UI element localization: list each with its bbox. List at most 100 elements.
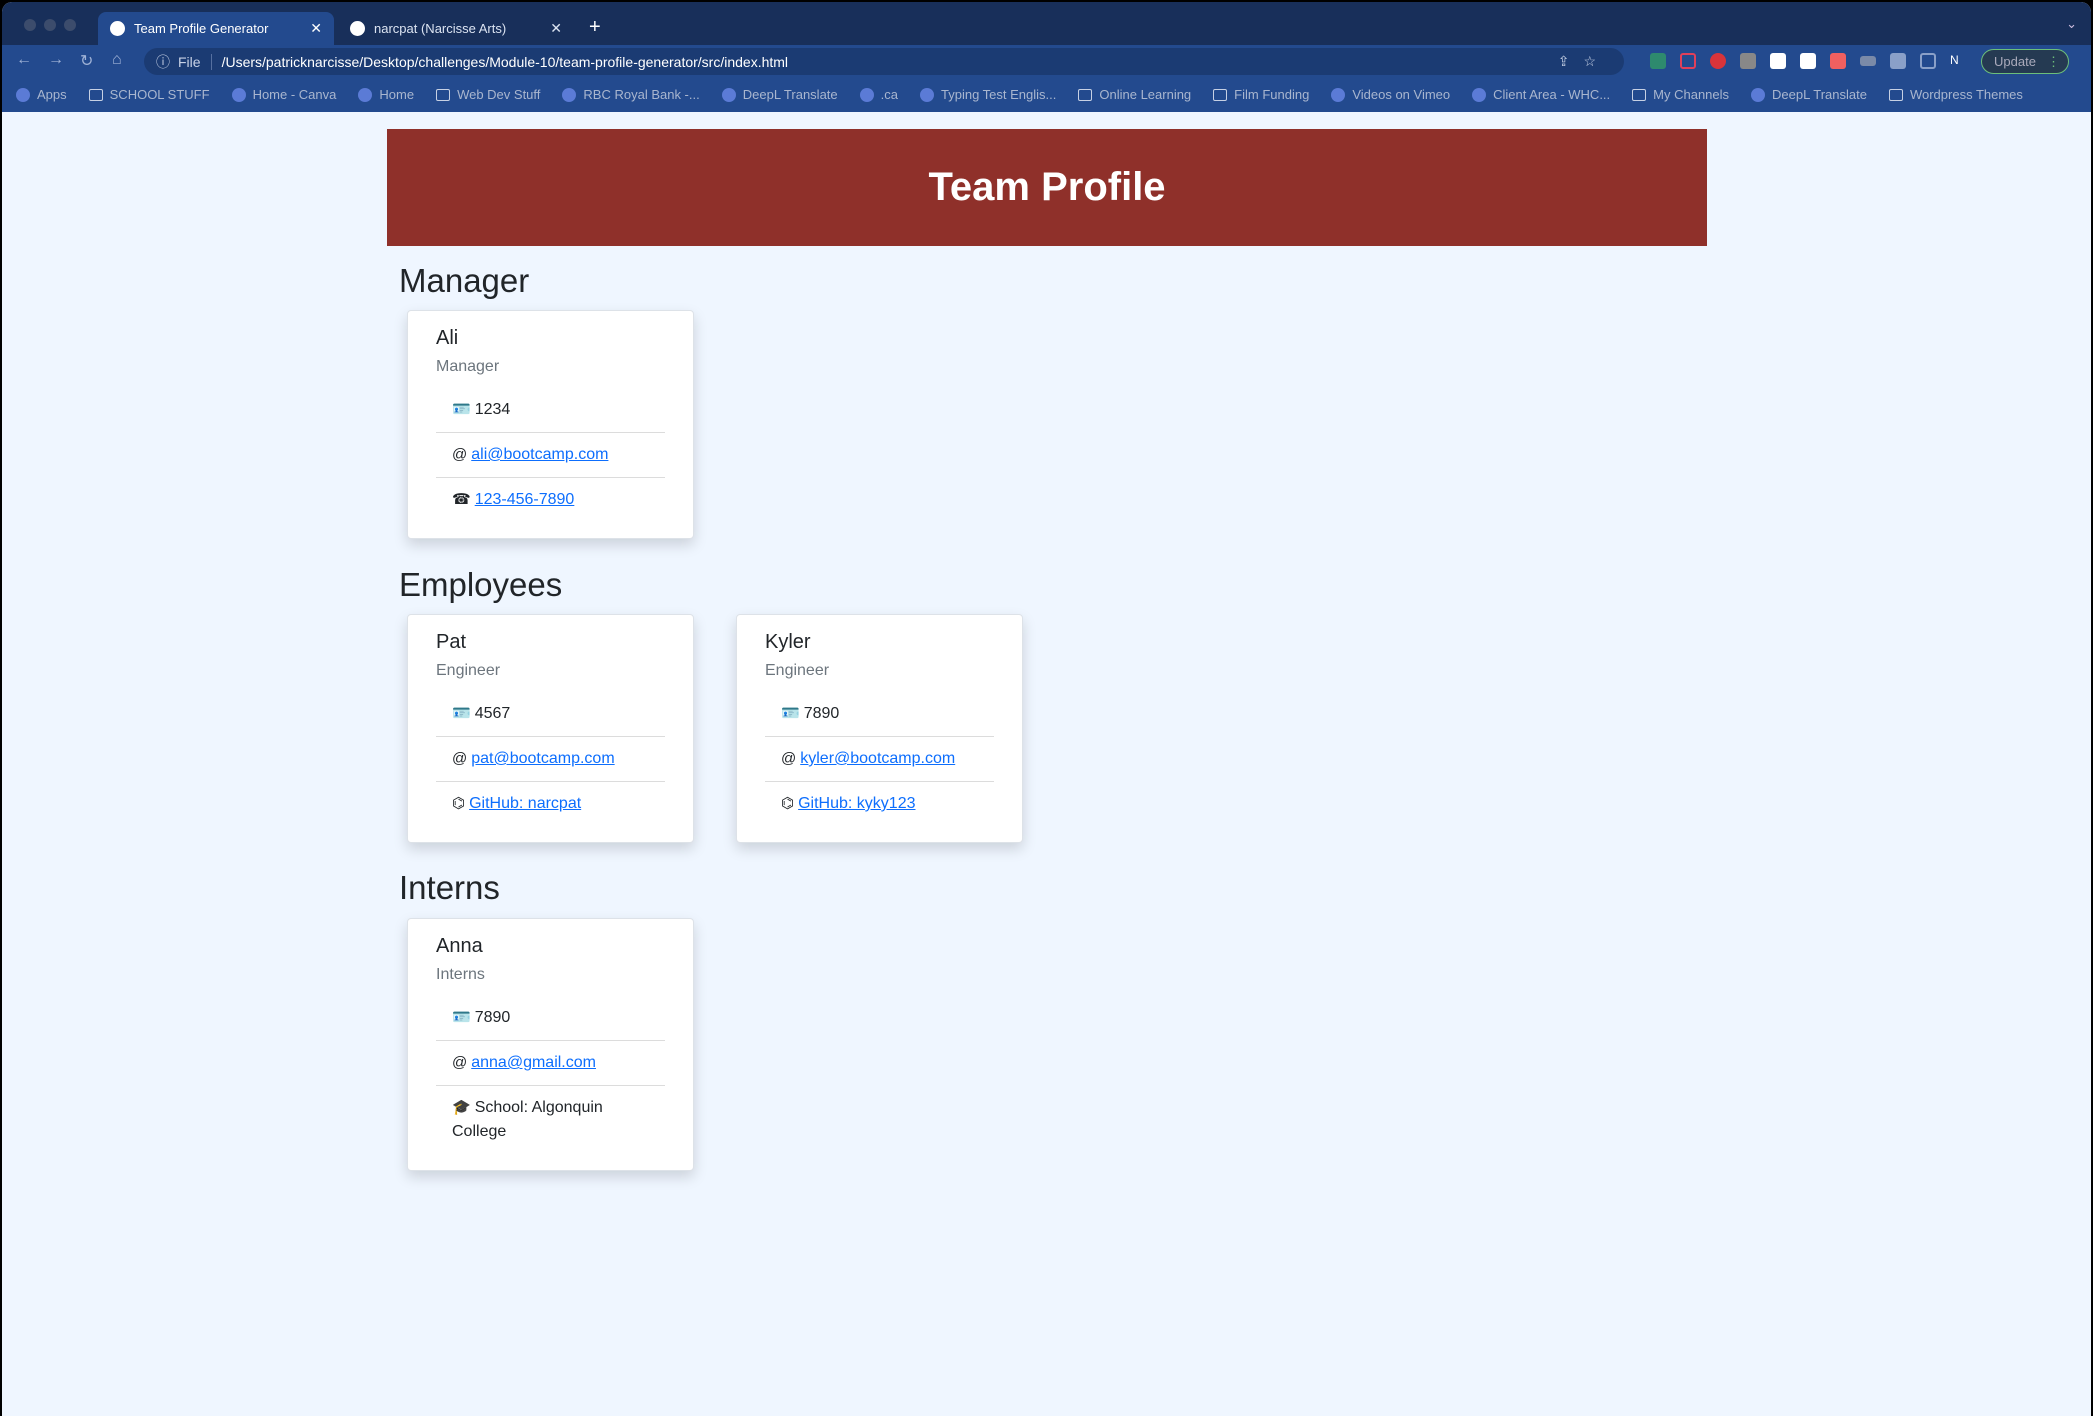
close-tab-icon[interactable]: ✕ bbox=[550, 20, 562, 37]
page-content: Team Profile Manager Employees Interns A… bbox=[2, 112, 2091, 1416]
github-icon bbox=[350, 21, 365, 36]
instapaper-icon[interactable] bbox=[1800, 53, 1816, 69]
card-email-row: @ pat@bootcamp.com bbox=[436, 737, 665, 782]
pocket-icon[interactable] bbox=[1680, 53, 1696, 69]
camera-icon[interactable] bbox=[1740, 53, 1756, 69]
employee-card: Kyler Engineer 🪪 7890 @ kyler@bootcamp.com… bbox=[736, 614, 1023, 843]
section-heading-interns: Interns bbox=[399, 869, 500, 906]
card-extra-link[interactable]: 123-456-7890 bbox=[475, 491, 575, 508]
bookmark-icon bbox=[721, 87, 736, 102]
bookmark-icon bbox=[358, 87, 373, 102]
share-icon[interactable]: ⇪ bbox=[1558, 53, 1584, 69]
bookmark-item[interactable]: Typing Test Englis... bbox=[920, 87, 1056, 102]
bookmark-item[interactable]: Home - Canva bbox=[231, 87, 336, 102]
card-name: Kyler bbox=[765, 631, 811, 653]
bookmark-item[interactable]: Web Dev Stuff bbox=[436, 87, 540, 102]
tab-search-chevron-icon[interactable]: ⌄ bbox=[2066, 16, 2077, 32]
phone-icon: ☎ bbox=[452, 491, 471, 508]
window-controls[interactable] bbox=[24, 19, 76, 31]
bookmark-item[interactable]: Apps bbox=[16, 87, 67, 102]
bookmark-item[interactable]: SCHOOL STUFF bbox=[88, 87, 210, 102]
list-icon[interactable] bbox=[1860, 56, 1876, 66]
at-icon: @ bbox=[452, 750, 468, 767]
notion-icon[interactable] bbox=[1770, 53, 1786, 69]
card-extra-row: ☎ 123-456-7890 bbox=[436, 478, 665, 522]
bookmark-icon bbox=[920, 87, 934, 102]
bookmark-item[interactable]: Film Funding bbox=[1213, 87, 1309, 102]
section-heading-manager: Manager bbox=[399, 262, 530, 299]
tab-bar: Team Profile Generator ✕ narcpat (Narciss… bbox=[2, 2, 2091, 45]
browser-window: Team Profile Generator ✕ narcpat (Narciss… bbox=[2, 2, 2091, 1416]
card-role: Manager bbox=[436, 358, 500, 375]
email-link[interactable]: kyler@bootcamp.com bbox=[800, 750, 955, 767]
new-tab-button[interactable]: + bbox=[589, 16, 601, 39]
extensions: N bbox=[1650, 53, 1966, 69]
bookmark-item[interactable]: Videos on Vimeo bbox=[1331, 87, 1450, 102]
globe-icon bbox=[110, 21, 125, 36]
card-name: Pat bbox=[436, 631, 467, 653]
id-card-icon: 🪪 bbox=[452, 705, 471, 722]
tab-team-profile[interactable]: Team Profile Generator ✕ bbox=[98, 12, 334, 45]
toolbar: ← → ↻ ⌂ ⓘ File /Users/patricknarcisse/De… bbox=[2, 45, 2091, 77]
star-icon[interactable]: ☆ bbox=[1583, 53, 1610, 69]
home-icon[interactable]: ⌂ bbox=[112, 51, 122, 69]
bookmark-icon bbox=[231, 87, 246, 102]
reload-icon[interactable]: ↻ bbox=[80, 51, 93, 71]
github-icon: ⌬ bbox=[452, 795, 466, 812]
bookmark-item[interactable]: .ca bbox=[859, 87, 898, 102]
bookmark-icon bbox=[562, 87, 577, 102]
address-bar[interactable]: ⓘ File /Users/patricknarcisse/Desktop/ch… bbox=[144, 48, 1624, 75]
bookmark-item[interactable]: My Channels bbox=[1632, 87, 1729, 102]
card-extra-link[interactable]: GitHub: kyky123 bbox=[798, 795, 915, 812]
close-tab-icon[interactable]: ✕ bbox=[310, 20, 322, 37]
bookmark-item[interactable]: Online Learning bbox=[1078, 87, 1191, 102]
card-extra-row: ⌬ GitHub: kyky123 bbox=[765, 782, 994, 826]
card-name: Ali bbox=[436, 327, 459, 349]
adblock-icon[interactable] bbox=[1710, 53, 1726, 69]
employee-card: Anna Interns 🪪 7890 @ anna@gmail.com 🎓 Scho… bbox=[407, 918, 694, 1171]
card-role: Interns bbox=[436, 966, 485, 983]
bookmark-icon bbox=[1472, 87, 1487, 102]
bookmark-item[interactable]: DeepL Translate bbox=[721, 87, 838, 102]
bookmark-icon bbox=[436, 88, 451, 101]
bookmark-item[interactable]: Home bbox=[358, 87, 414, 102]
employee-card: Pat Engineer 🪪 4567 @ pat@bootcamp.com ⌬ Gi… bbox=[407, 614, 694, 843]
extension-icon[interactable] bbox=[1650, 53, 1666, 69]
forward-icon[interactable]: → bbox=[48, 51, 64, 69]
puzzle-icon[interactable] bbox=[1890, 53, 1906, 69]
profile-avatar[interactable]: N bbox=[1950, 53, 1966, 69]
bookmark-icon bbox=[1331, 87, 1346, 102]
bookmark-icon bbox=[1751, 87, 1766, 102]
email-link[interactable]: anna@gmail.com bbox=[471, 1054, 596, 1071]
bookmark-item[interactable]: RBC Royal Bank -... bbox=[562, 87, 700, 102]
card-extra-link[interactable]: GitHub: narcpat bbox=[469, 795, 581, 812]
card-id-row: 🪪 7890 bbox=[436, 996, 665, 1041]
card-email-row: @ anna@gmail.com bbox=[436, 1041, 665, 1086]
section-heading-employees: Employees bbox=[399, 566, 563, 603]
email-link[interactable]: ali@bootcamp.com bbox=[471, 446, 608, 463]
card-role: Engineer bbox=[765, 662, 830, 679]
bookmark-icon bbox=[1078, 88, 1093, 101]
bookmark-item[interactable]: DeepL Translate bbox=[1751, 87, 1867, 102]
update-button[interactable]: Update ⋮ bbox=[1981, 49, 2069, 74]
card-id-row: 🪪 4567 bbox=[436, 692, 665, 737]
bookmark-item[interactable]: Wordpress Themes bbox=[1888, 87, 2023, 102]
page-header: Team Profile bbox=[387, 129, 1707, 246]
email-link[interactable]: pat@bootcamp.com bbox=[471, 750, 614, 767]
bookmark-item[interactable]: Client Area - WHC... bbox=[1472, 87, 1610, 102]
bookmark-icon bbox=[859, 87, 874, 102]
sidebar-icon[interactable] bbox=[1920, 53, 1936, 69]
at-icon: @ bbox=[781, 750, 797, 767]
github-icon: ⌬ bbox=[781, 795, 795, 812]
card-extra-row: 🎓 School: Algonquin College bbox=[436, 1086, 665, 1154]
back-icon[interactable]: ← bbox=[16, 51, 32, 69]
tab-github[interactable]: narcpat (Narcisse Arts) ✕ bbox=[338, 12, 574, 45]
menu-icon[interactable]: ⋮ bbox=[2047, 54, 2060, 70]
extension-icon[interactable] bbox=[1830, 53, 1846, 69]
card-role: Engineer bbox=[436, 662, 501, 679]
card-name: Anna bbox=[436, 935, 483, 957]
bookmark-icon bbox=[1632, 88, 1647, 101]
employee-card: Ali Manager 🪪 1234 @ ali@bootcamp.com ☎ 123… bbox=[407, 310, 694, 539]
bookmark-icon bbox=[1888, 88, 1903, 101]
card-extra-row: ⌬ GitHub: narcpat bbox=[436, 782, 665, 826]
